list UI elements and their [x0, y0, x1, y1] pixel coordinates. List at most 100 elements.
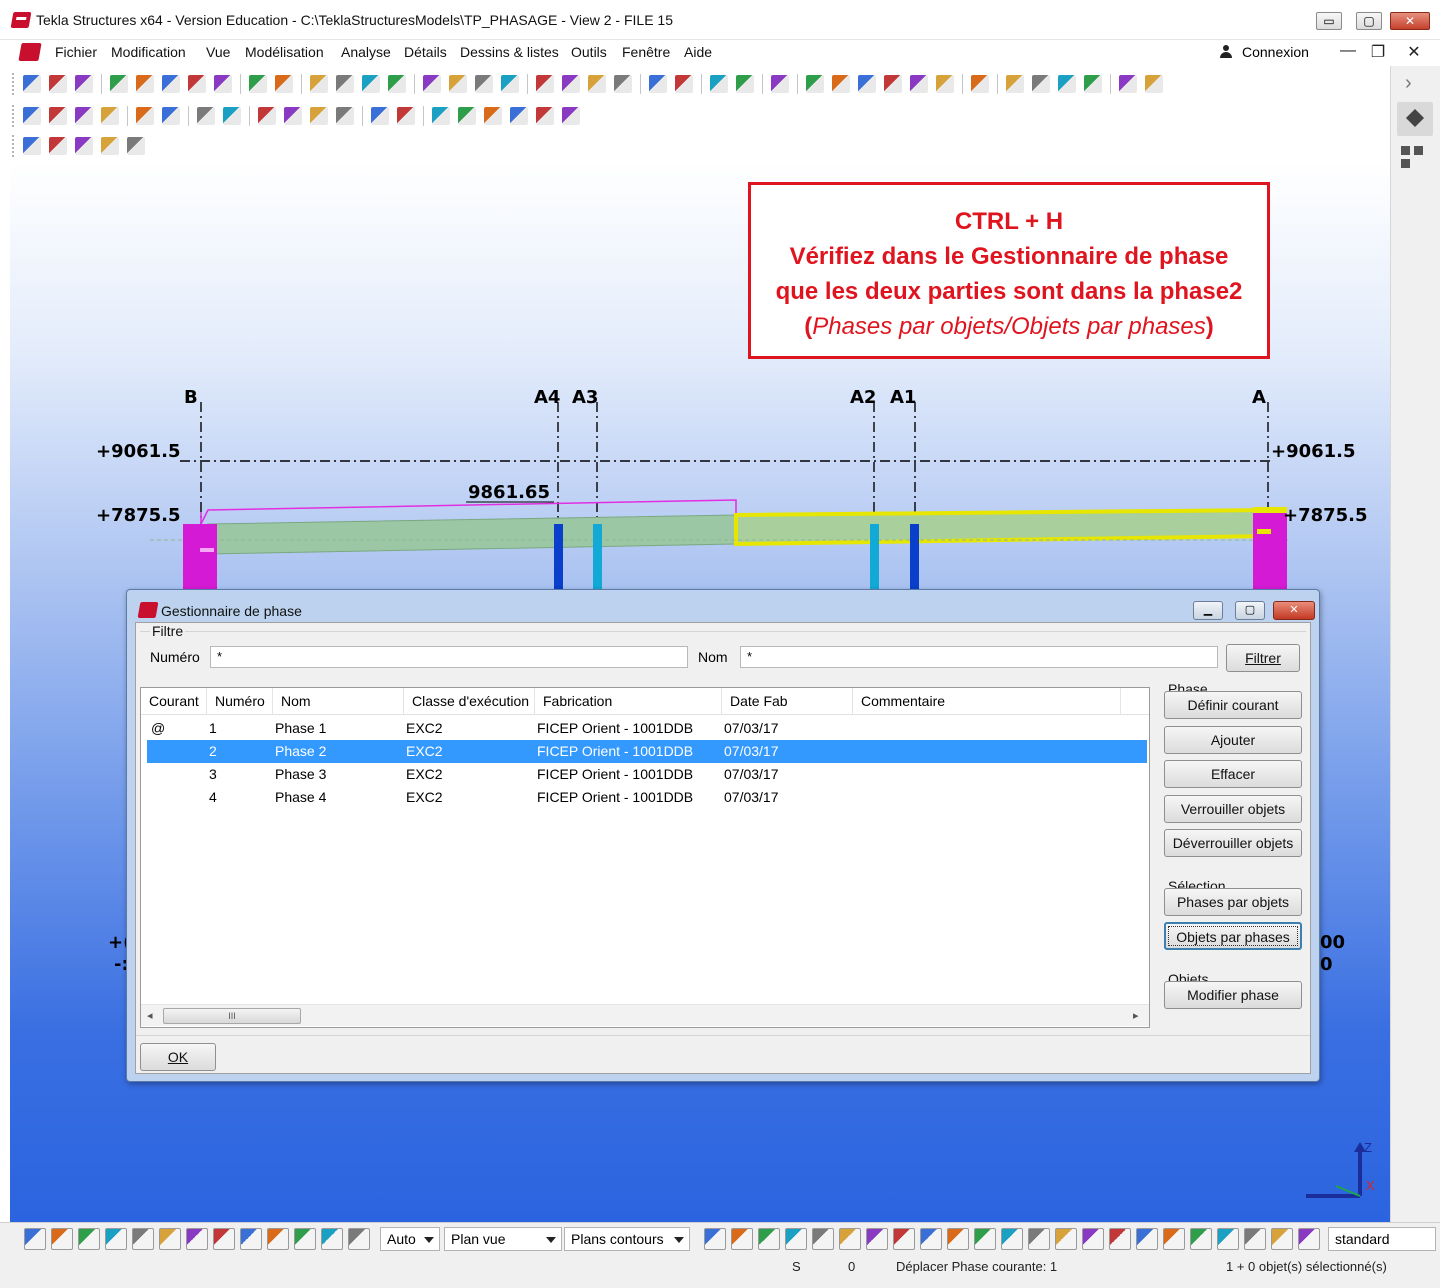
menu-details[interactable]: Détails [404, 44, 447, 60]
selection-filter-8-icon[interactable] [893, 1228, 915, 1250]
menu-modelisation[interactable]: Modélisation [245, 44, 324, 60]
connexion-button[interactable]: Connexion [1220, 44, 1309, 60]
modeling-tool-9-icon[interactable] [258, 107, 276, 125]
main-tool-1-icon[interactable] [23, 75, 41, 93]
main-tool-9-icon[interactable] [249, 75, 267, 93]
filter-select[interactable]: standard [1328, 1227, 1436, 1251]
modeling-tool-2-icon[interactable] [49, 107, 67, 125]
ajouter-button[interactable]: Ajouter [1164, 726, 1302, 754]
modeling-tool-5-icon[interactable] [136, 107, 154, 125]
mdi-close-button[interactable]: ✕ [1404, 42, 1424, 62]
selection-filter-16-icon[interactable] [1109, 1228, 1131, 1250]
selection-filter-5-icon[interactable] [812, 1228, 834, 1250]
snap-tool-9-icon[interactable] [240, 1228, 262, 1250]
cast-tool-1-icon[interactable] [23, 137, 41, 155]
main-tool-11-icon[interactable] [310, 75, 328, 93]
menu-dessins-listes[interactable]: Dessins & listes [460, 44, 559, 60]
modeling-tool-12-icon[interactable] [336, 107, 354, 125]
applications-grid-icon[interactable] [1401, 146, 1423, 168]
col-date-fab[interactable]: Date Fab [722, 688, 853, 715]
plans-contours-select[interactable]: Plans contours [564, 1227, 690, 1251]
auto-select[interactable]: Auto [380, 1227, 440, 1251]
dialog-minimize-button[interactable]: ▁ [1193, 601, 1223, 620]
numero-filter-input[interactable]: * [210, 646, 688, 668]
col-classe[interactable]: Classe d'exécution [404, 688, 535, 715]
snap-tool-4-icon[interactable] [105, 1228, 127, 1250]
selection-filter-4-icon[interactable] [785, 1228, 807, 1250]
plan-vue-select[interactable]: Plan vue [444, 1227, 562, 1251]
selection-filter-21-icon[interactable] [1244, 1228, 1266, 1250]
snap-tool-10-icon[interactable] [267, 1228, 289, 1250]
main-tool-37-icon[interactable] [1058, 75, 1076, 93]
modeling-tool-16-icon[interactable] [458, 107, 476, 125]
main-tool-24-icon[interactable] [675, 75, 693, 93]
dialog-maximize-button[interactable]: ▢ [1235, 601, 1265, 620]
main-tool-25-icon[interactable] [710, 75, 728, 93]
modeling-tool-14-icon[interactable] [397, 107, 415, 125]
nom-filter-input[interactable]: * [740, 646, 1218, 668]
main-tool-17-icon[interactable] [475, 75, 493, 93]
verrouiller-objets-button[interactable]: Verrouiller objets [1164, 795, 1302, 823]
modeling-tool-18-icon[interactable] [510, 107, 528, 125]
selection-filter-15-icon[interactable] [1082, 1228, 1104, 1250]
main-tool-39-icon[interactable] [1119, 75, 1137, 93]
modeling-tool-10-icon[interactable] [284, 107, 302, 125]
snap-tool-1-icon[interactable] [24, 1228, 46, 1250]
modifier-phase-button[interactable]: Modifier phase [1164, 981, 1302, 1009]
main-tool-13-icon[interactable] [362, 75, 380, 93]
selection-filter-3-icon[interactable] [758, 1228, 780, 1250]
main-tool-7-icon[interactable] [188, 75, 206, 93]
menu-vue[interactable]: Vue [206, 44, 230, 60]
menu-logo-icon[interactable] [18, 43, 42, 61]
col-fabrication[interactable]: Fabrication [535, 688, 722, 715]
selection-filter-2-icon[interactable] [731, 1228, 753, 1250]
selection-filter-19-icon[interactable] [1190, 1228, 1212, 1250]
snap-tool-2-icon[interactable] [51, 1228, 73, 1250]
snap-tool-12-icon[interactable] [321, 1228, 343, 1250]
main-tool-12-icon[interactable] [336, 75, 354, 93]
selection-filter-12-icon[interactable] [1001, 1228, 1023, 1250]
deverrouiller-objets-button[interactable]: Déverrouiller objets [1164, 829, 1302, 857]
phase-list[interactable]: Courant Numéro Nom Classe d'exécution Fa… [140, 687, 1150, 1028]
selection-filter-23-icon[interactable] [1298, 1228, 1320, 1250]
main-tool-34-icon[interactable] [971, 75, 989, 93]
snap-tool-6-icon[interactable] [159, 1228, 181, 1250]
col-numero[interactable]: Numéro [207, 688, 273, 715]
selection-filter-10-icon[interactable] [947, 1228, 969, 1250]
modeling-tool-7-icon[interactable] [197, 107, 215, 125]
selection-filter-11-icon[interactable] [974, 1228, 996, 1250]
main-tool-3-icon[interactable] [75, 75, 93, 93]
table-row[interactable]: 3 Phase 3 EXC2 FICEP Orient - 1001DDB 07/03/… [147, 763, 1147, 786]
selection-filter-20-icon[interactable] [1217, 1228, 1239, 1250]
main-tool-21-icon[interactable] [588, 75, 606, 93]
snap-tool-13-icon[interactable] [348, 1228, 370, 1250]
objets-par-phases-button[interactable]: Objets par phases [1164, 922, 1302, 950]
snap-tool-8-icon[interactable] [213, 1228, 235, 1250]
menu-modification[interactable]: Modification [111, 44, 186, 60]
main-tool-16-icon[interactable] [449, 75, 467, 93]
modeling-tool-13-icon[interactable] [371, 107, 389, 125]
window-minimize-button[interactable]: ▭ [1316, 12, 1342, 30]
menu-aide[interactable]: Aide [684, 44, 712, 60]
main-tool-28-icon[interactable] [806, 75, 824, 93]
main-tool-5-icon[interactable] [136, 75, 154, 93]
snap-tool-3-icon[interactable] [78, 1228, 100, 1250]
menu-fenetre[interactable]: Fenêtre [622, 44, 670, 60]
main-tool-8-icon[interactable] [214, 75, 232, 93]
main-tool-26-icon[interactable] [736, 75, 754, 93]
scroll-right-icon[interactable]: ▸ [1133, 1009, 1139, 1022]
menu-fichier[interactable]: Fichier [55, 44, 97, 60]
cast-tool-4-icon[interactable] [101, 137, 119, 155]
main-tool-19-icon[interactable] [536, 75, 554, 93]
modeling-tool-15-icon[interactable] [432, 107, 450, 125]
filtrer-button[interactable]: Filtrer [1226, 644, 1300, 672]
modeling-tool-6-icon[interactable] [162, 107, 180, 125]
snap-tool-11-icon[interactable] [294, 1228, 316, 1250]
scroll-left-icon[interactable]: ◂ [147, 1009, 153, 1022]
mdi-restore-button[interactable]: ❐ [1368, 42, 1388, 62]
effacer-button[interactable]: Effacer [1164, 760, 1302, 788]
modeling-tool-8-icon[interactable] [223, 107, 241, 125]
col-nom[interactable]: Nom [273, 688, 404, 715]
phases-par-objets-button[interactable]: Phases par objets [1164, 888, 1302, 916]
main-tool-27-icon[interactable] [771, 75, 789, 93]
